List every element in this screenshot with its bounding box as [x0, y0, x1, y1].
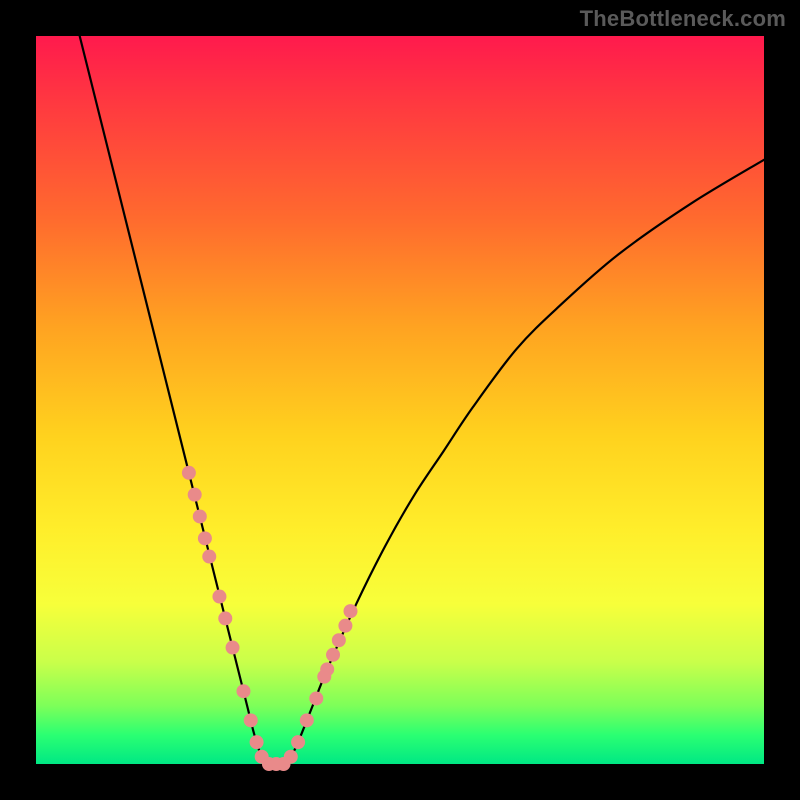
- highlight-marker: [326, 648, 340, 662]
- highlight-marker: [300, 713, 314, 727]
- highlight-marker: [338, 619, 352, 633]
- highlight-marker: [291, 735, 305, 749]
- highlight-marker: [188, 488, 202, 502]
- highlight-marker: [332, 633, 346, 647]
- highlight-marker: [244, 713, 258, 727]
- highlight-marker: [212, 590, 226, 604]
- highlight-marker: [218, 611, 232, 625]
- highlight-marker: [198, 531, 212, 545]
- highlight-marker: [320, 662, 334, 676]
- curve-svg: [36, 36, 764, 764]
- highlight-marker: [202, 550, 216, 564]
- highlight-marker: [250, 735, 264, 749]
- highlight-marker: [182, 466, 196, 480]
- highlight-marker: [226, 641, 240, 655]
- chart-frame: TheBottleneck.com: [0, 0, 800, 800]
- marker-group: [182, 466, 358, 771]
- watermark-text: TheBottleneck.com: [580, 6, 786, 32]
- plot-area: [36, 36, 764, 764]
- highlight-marker: [236, 684, 250, 698]
- highlight-marker: [193, 509, 207, 523]
- highlight-marker: [284, 750, 298, 764]
- highlight-marker: [309, 691, 323, 705]
- bottleneck-curve: [80, 36, 764, 765]
- highlight-marker: [343, 604, 357, 618]
